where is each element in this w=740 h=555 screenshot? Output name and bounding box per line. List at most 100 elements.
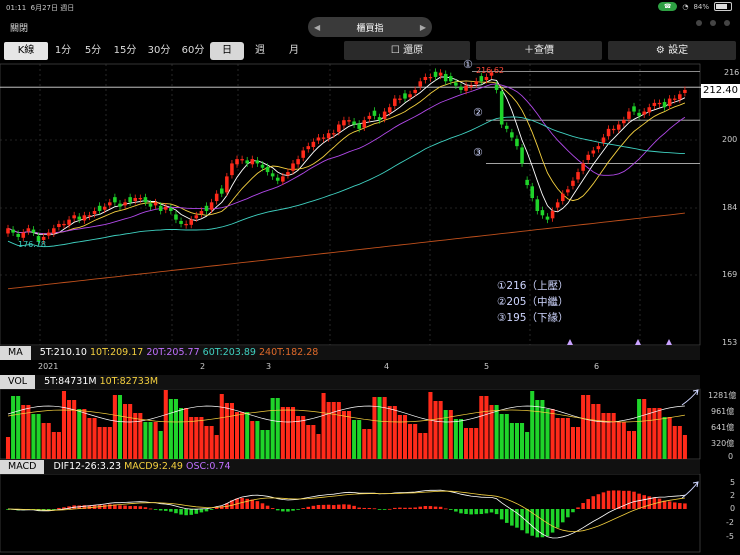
candle-body xyxy=(510,132,514,138)
marker-3: ③ xyxy=(473,146,483,159)
macd-tag[interactable]: MACD xyxy=(0,460,45,474)
osc-bar xyxy=(296,509,300,510)
volume-bar xyxy=(631,431,637,459)
candle-body xyxy=(576,172,580,180)
candle-body xyxy=(31,229,36,233)
ma10-line xyxy=(7,80,686,235)
osc-bar xyxy=(133,506,138,509)
next-icon[interactable]: ▶ xyxy=(420,23,426,32)
volume-bar xyxy=(92,418,97,459)
osc-bar xyxy=(387,508,392,510)
candle-body xyxy=(479,76,484,82)
candle-body xyxy=(474,81,479,85)
volume-bar xyxy=(36,414,41,459)
volume-bar xyxy=(112,395,117,459)
period-15min[interactable]: 15分 xyxy=(108,42,142,60)
volume-bar xyxy=(474,428,479,459)
candle-body xyxy=(683,89,687,93)
ma-tag[interactable]: MA xyxy=(0,346,31,360)
menu-dot-icon xyxy=(724,20,730,26)
period-day[interactable]: 日 xyxy=(210,42,244,60)
volume-bar xyxy=(382,397,387,459)
candle-body xyxy=(26,228,31,232)
volume-bar xyxy=(621,422,626,459)
period-week[interactable]: 週 xyxy=(244,42,276,60)
volume-bar xyxy=(61,391,67,459)
osc-bar xyxy=(469,509,473,515)
candle-body xyxy=(143,197,148,203)
osc-bar xyxy=(555,509,560,528)
candle-body xyxy=(169,207,173,211)
query-price-button[interactable]: ＋查價 xyxy=(476,41,602,60)
candle-body xyxy=(214,193,219,202)
osc-bar xyxy=(367,507,372,509)
marker-1: ① xyxy=(463,58,473,71)
symbol-title: 櫃買指 xyxy=(356,23,384,34)
osc-bar xyxy=(240,497,244,509)
vol-label-0: 0 xyxy=(728,452,734,461)
volume-bar xyxy=(51,432,56,459)
candle-body xyxy=(657,102,662,105)
osc-bar xyxy=(616,490,621,509)
settings-button[interactable]: ⚙ 設定 xyxy=(608,41,736,60)
volume-bar xyxy=(301,416,306,459)
candle-body xyxy=(494,84,499,90)
osc-bar xyxy=(174,509,178,514)
period-5min[interactable]: 5分 xyxy=(78,42,108,60)
period-1min[interactable]: 1分 xyxy=(48,42,78,60)
candle-body xyxy=(601,137,606,143)
osc-bar xyxy=(606,490,611,509)
volume-bar xyxy=(357,420,362,459)
candle-body xyxy=(672,98,677,100)
osc-bar xyxy=(265,505,270,509)
macd-legend: MACD DIF12-26:3.23 MACD9:2.49 OSC:0.74 xyxy=(0,460,700,474)
prev-icon[interactable]: ◀ xyxy=(314,23,320,32)
candle-body xyxy=(438,72,443,76)
candle-body xyxy=(596,146,601,150)
close-button[interactable]: 關閉 xyxy=(10,21,28,34)
osc-bar xyxy=(560,509,565,523)
osc-bar xyxy=(316,504,321,509)
ma20-line xyxy=(7,83,686,235)
vol10-value: 10T:82733M xyxy=(99,376,159,387)
volume-bar xyxy=(418,433,423,459)
candle-body xyxy=(148,203,153,207)
vol-tag[interactable]: VOL xyxy=(0,375,36,389)
volume-bar xyxy=(168,399,173,459)
price-chart[interactable] xyxy=(0,62,740,555)
candle-body xyxy=(387,107,392,113)
candle-body xyxy=(362,120,367,128)
volume-bar xyxy=(530,391,535,459)
osc-bar xyxy=(418,506,423,509)
x-label-jun: 6 xyxy=(594,362,600,371)
candle-body xyxy=(337,124,341,132)
osc-bar xyxy=(245,498,249,509)
candle-body xyxy=(240,159,244,161)
y-label-153: 153 xyxy=(722,338,738,347)
osc-bar xyxy=(255,501,260,509)
osc-bar xyxy=(586,499,590,509)
osc-bar xyxy=(163,509,168,511)
osc-bar xyxy=(489,509,494,513)
volume-bar xyxy=(509,423,514,459)
volume-bar xyxy=(408,424,413,459)
period-60min[interactable]: 60分 xyxy=(176,42,210,60)
volume-bar xyxy=(438,401,443,459)
period-30min[interactable]: 30分 xyxy=(142,42,176,60)
battery-label: 84% xyxy=(693,2,709,11)
volume-bar xyxy=(11,396,16,459)
period-month[interactable]: 月 xyxy=(276,42,312,60)
restore-button[interactable]: ☐ 還原 xyxy=(344,41,470,60)
volume-bar xyxy=(672,426,677,459)
candle-body xyxy=(184,223,188,226)
kline-tab[interactable]: K線 xyxy=(4,42,48,60)
candle-body xyxy=(331,133,336,135)
marker-2: ② xyxy=(473,106,483,119)
candle-body xyxy=(571,180,575,186)
symbol-selector[interactable]: ◀ 櫃買指 ▶ xyxy=(308,17,432,37)
osc-bar xyxy=(433,506,438,509)
volume-bar xyxy=(647,408,652,459)
candle-body xyxy=(250,159,255,165)
candle-body xyxy=(352,121,356,125)
osc-bar xyxy=(408,507,412,509)
